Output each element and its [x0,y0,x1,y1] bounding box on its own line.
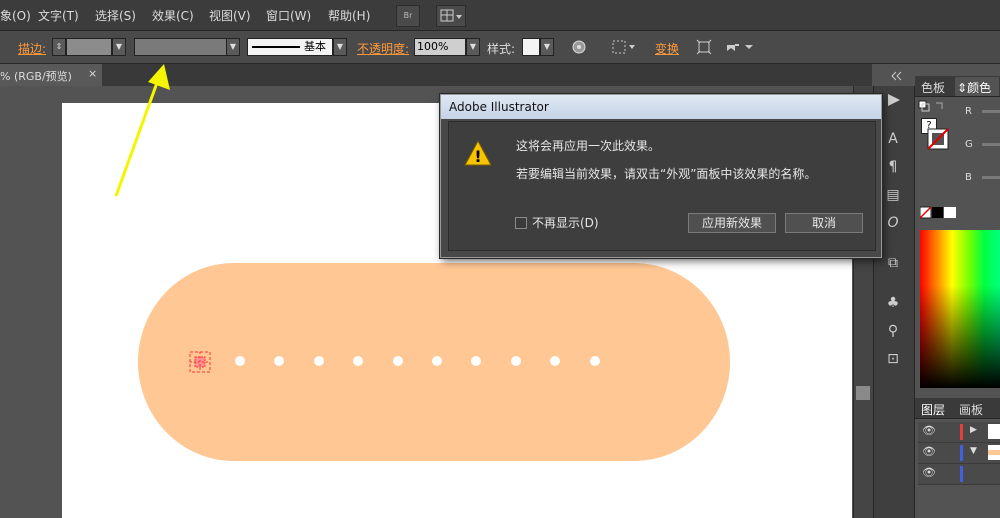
tab-artboards[interactable]: 画板 [959,401,983,418]
opentype-panel-icon[interactable]: O [884,214,902,232]
channel-b-label: B [965,172,972,183]
channel-g-label: G [965,139,973,150]
close-tab-icon[interactable]: × [88,67,97,80]
style-label: 样式: [487,42,516,56]
tab-swatches[interactable]: 色板 [921,79,945,96]
stroke-label[interactable]: 描边: [18,40,46,57]
control-panel-menu-icon[interactable] [725,39,757,55]
bridge-button[interactable]: Br [396,5,420,27]
brush-preset-label: 基本 [304,40,326,53]
brushes-panel-icon[interactable]: ⚲ [884,322,902,340]
graphic-style-swatch[interactable] [522,38,540,56]
tab-color[interactable]: ⇕颜色 [957,79,991,96]
eye-icon[interactable]: 👁 [922,445,936,458]
eye-icon[interactable]: 👁 [922,424,936,437]
brush-dropdown[interactable]: ▼ [333,38,347,56]
cancel-button[interactable]: 取消 [785,213,863,233]
dot[interactable] [432,356,442,366]
collapse-arrow-icon[interactable]: ▼ [970,446,977,456]
opacity-input[interactable]: 100% [414,38,466,56]
tab-color-label: 颜色 [967,81,992,95]
warning-icon: ! [464,139,492,166]
layer-color-marker [960,424,963,440]
symbols-panel-icon[interactable]: ♣ [884,294,902,312]
color-panel-header: 色板 ⇕颜色 [915,76,1000,97]
dialog-title: Adobe Illustrator [449,100,549,114]
menu-window[interactable]: 窗口(W) [266,7,311,24]
menu-view[interactable]: 视图(V) [209,7,251,24]
opacity-label[interactable]: 不透明度: [357,40,409,57]
graphic-style-dropdown[interactable]: ▼ [540,38,554,56]
menu-object[interactable]: 象(O) [0,7,31,24]
eye-icon[interactable]: 👁 [922,466,936,479]
color-spectrum-shade [920,230,1000,388]
align-selection-icon[interactable] [611,39,637,55]
align-panel-icon[interactable]: ▤ [884,186,902,204]
slider-g[interactable] [982,143,1000,146]
stroke-weight-stepper[interactable]: ⇕ [52,38,66,56]
document-tab[interactable]: % (RGB/预览) × [0,64,102,86]
transform-panel-icon[interactable]: ⧉ [884,254,902,272]
tab-layers[interactable]: 图层 [921,401,945,418]
channel-r-label: R [965,106,972,117]
line-sample-icon [252,46,300,48]
vertical-scroll-thumb[interactable] [856,386,870,400]
opacity-dropdown[interactable]: ▼ [466,38,480,56]
menu-bar: 象(O) 文字(T) 选择(S) 效果(C) 视图(V) 窗口(W) 帮助(H)… [0,0,1000,31]
transform-label[interactable]: 变换 [655,40,679,57]
slider-r[interactable] [982,110,1000,113]
layer-color-marker [960,445,963,461]
layer-row[interactable]: 👁 ▶ [918,422,1000,443]
yellow-arrow-annotation [114,64,170,197]
dialog-title-bar[interactable]: Adobe Illustrator [441,95,881,119]
stroke-none-swatch-icon[interactable] [927,128,949,150]
brush-definition-field[interactable]: 基本 [247,38,333,56]
arrange-grid-icon [440,9,462,22]
layers-panel-header: 图层 画板 [915,398,1000,419]
selected-dot-marker[interactable] [188,350,212,374]
menu-select[interactable]: 选择(S) [95,7,136,24]
artboard-panel-icon[interactable]: ⊡ [884,350,902,368]
menu-type[interactable]: 文字(T) [38,7,79,24]
arrange-documents-button[interactable] [436,5,466,27]
character-panel-icon[interactable]: A [884,130,902,148]
dont-show-again-checkbox[interactable] [515,217,527,229]
recolor-artwork-icon[interactable] [571,39,587,55]
document-tab-title: % (RGB/预览) [0,70,72,83]
layer-thumbnail [988,445,1000,460]
layer-row[interactable]: 👁 [918,464,1000,485]
variable-width-profile[interactable] [134,38,228,56]
menu-help[interactable]: 帮助(H) [328,7,370,24]
dot[interactable] [589,356,600,366]
dont-show-again-label[interactable]: 不再显示(D) [532,214,599,231]
layer-row[interactable]: 👁 ▼ [918,443,1000,464]
warning-glyph: ! [474,147,481,166]
dialog-message-secondary: 若要编辑当前效果，请双击“外观”面板中该效果的名称。 [516,167,817,181]
slider-b[interactable] [982,176,1000,179]
dot[interactable] [392,356,403,366]
isolate-object-icon[interactable] [696,39,712,55]
paragraph-panel-icon[interactable]: ¶ [884,158,902,176]
play-action-icon[interactable] [884,92,902,108]
dot[interactable] [235,356,245,366]
collapse-panels-icon[interactable] [876,68,912,84]
apply-new-effect-button[interactable]: 应用新效果 [688,213,776,233]
stroke-weight-field[interactable] [66,38,112,56]
variable-width-dropdown[interactable]: ▼ [226,38,240,56]
dialog-message-primary: 这将会再应用一次此效果。 [516,139,661,153]
dot[interactable] [313,356,324,366]
expand-arrow-icon[interactable]: ▶ [970,425,977,435]
layer-color-marker [960,466,963,482]
menu-effect[interactable]: 效果(C) [152,7,194,24]
layer-thumbnail [988,424,1000,439]
stroke-weight-dropdown[interactable]: ▼ [112,38,126,56]
dot[interactable] [510,356,521,366]
fill-stroke-swap-icon[interactable] [918,100,948,114]
quick-color-swatches[interactable] [920,206,960,220]
